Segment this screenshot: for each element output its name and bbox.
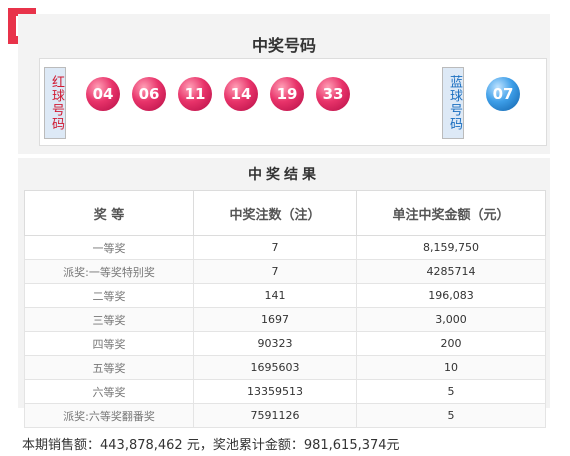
table-row: 四等奖 90323 200 [24, 331, 546, 356]
red-ball: 19 [270, 77, 304, 111]
prize-level: 六等奖 [24, 379, 194, 404]
prize-table: 奖 等 中奖注数（注） 单注中奖金额（元） 一等奖 7 8,159,750 派奖… [24, 190, 546, 428]
prize-results-panel: 中奖结果 奖 等 中奖注数（注） 单注中奖金额（元） 一等奖 7 8,159,7… [18, 158, 550, 428]
winning-numbers-title: 中奖号码 [251, 36, 316, 55]
prize-amount: 3,000 [356, 307, 546, 332]
prize-level: 派奖:一等奖特别奖 [24, 259, 194, 284]
table-row: 五等奖 1695603 10 [24, 355, 546, 380]
header-amount: 单注中奖金额（元） [356, 190, 546, 236]
red-ball: 06 [132, 77, 166, 111]
prize-level: 派奖:六等奖翻番奖 [24, 403, 194, 428]
header-count: 中奖注数（注） [193, 190, 357, 236]
prize-table-header-row: 奖 等 中奖注数（注） 单注中奖金额（元） [24, 190, 546, 236]
table-row: 三等奖 1697 3,000 [24, 307, 546, 332]
table-row: 派奖:六等奖翻番奖 7591126 5 [24, 403, 546, 428]
prize-count: 1697 [193, 307, 357, 332]
prize-results-title: 中奖结果 [248, 167, 320, 183]
prize-amount: 5 [356, 403, 546, 428]
prize-count: 7 [193, 259, 357, 284]
prize-count: 7591126 [193, 403, 357, 428]
balls-box: 红球号码 04 06 11 14 19 33 蓝球号码 07 [39, 58, 547, 146]
header-level: 奖 等 [24, 190, 194, 236]
prize-amount: 196,083 [356, 283, 546, 308]
blue-ball-label: 蓝球号码 [442, 67, 464, 139]
red-ball: 11 [178, 77, 212, 111]
table-row: 一等奖 7 8,159,750 [24, 235, 546, 260]
prize-amount: 10 [356, 355, 546, 380]
prize-count: 141 [193, 283, 357, 308]
prize-level: 一等奖 [24, 235, 194, 260]
prize-count: 13359513 [193, 379, 357, 404]
prize-count: 90323 [193, 331, 357, 356]
prize-amount: 5 [356, 379, 546, 404]
prize-amount: 8,159,750 [356, 235, 546, 260]
winning-numbers-panel: 中奖号码 红球号码 04 06 11 14 19 33 蓝球号码 07 [18, 14, 550, 154]
table-row: 派奖:一等奖特别奖 7 4285714 [24, 259, 546, 284]
blue-ball: 07 [486, 77, 520, 111]
prize-amount: 200 [356, 331, 546, 356]
prize-count: 7 [193, 235, 357, 260]
prize-level: 五等奖 [24, 355, 194, 380]
red-ball: 33 [316, 77, 350, 111]
table-row: 六等奖 13359513 5 [24, 379, 546, 404]
table-row: 二等奖 141 196,083 [24, 283, 546, 308]
sales-summary: 本期销售额：443,878,462 元，奖池累计金额：981,615,374元 [22, 438, 400, 453]
red-ball: 04 [86, 77, 120, 111]
red-ball-label: 红球号码 [44, 67, 66, 139]
prize-amount: 4285714 [356, 259, 546, 284]
red-ball: 14 [224, 77, 258, 111]
prize-count: 1695603 [193, 355, 357, 380]
prize-level: 三等奖 [24, 307, 194, 332]
prize-level: 二等奖 [24, 283, 194, 308]
prize-level: 四等奖 [24, 331, 194, 356]
